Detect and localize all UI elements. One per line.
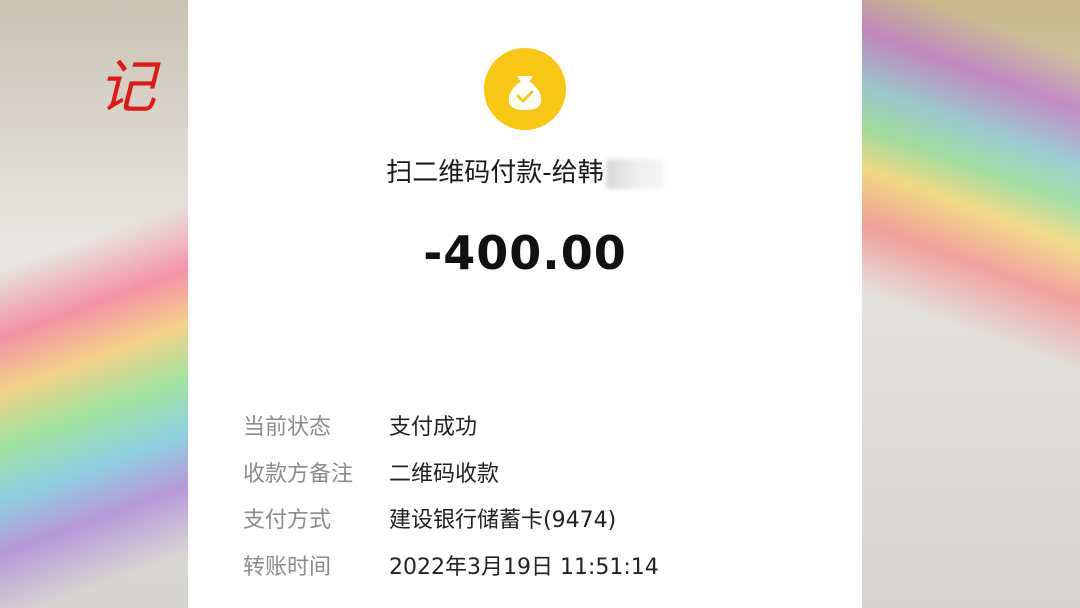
detail-label: 支付方式: [243, 508, 332, 533]
detail-label: 转账时间: [243, 555, 332, 580]
detail-value: 二维码收款: [389, 462, 500, 487]
money-bag-check-icon: [484, 48, 566, 130]
payment-title-text: 扫二维码付款-给韩: [386, 158, 604, 188]
detail-label: 当前状态: [243, 415, 332, 440]
background-right: [862, 0, 1080, 608]
background-left: [0, 0, 188, 608]
channel-logo: 记: [98, 53, 156, 121]
detail-label: 收款方备注: [243, 462, 354, 487]
detail-value: 2022年3月19日 11:51:14: [389, 555, 659, 580]
payment-detail-panel: 扫二维码付款-给韩 -400.00 当前状态 支付成功 收款方备注 二维码收款 …: [188, 0, 862, 608]
detail-value: 建设银行储蓄卡(9474): [389, 508, 617, 533]
payment-title: 扫二维码付款-给韩: [188, 152, 862, 189]
redacted-name: [605, 158, 664, 189]
detail-value: 支付成功: [389, 415, 478, 440]
payment-amount: -400.00: [423, 226, 627, 280]
